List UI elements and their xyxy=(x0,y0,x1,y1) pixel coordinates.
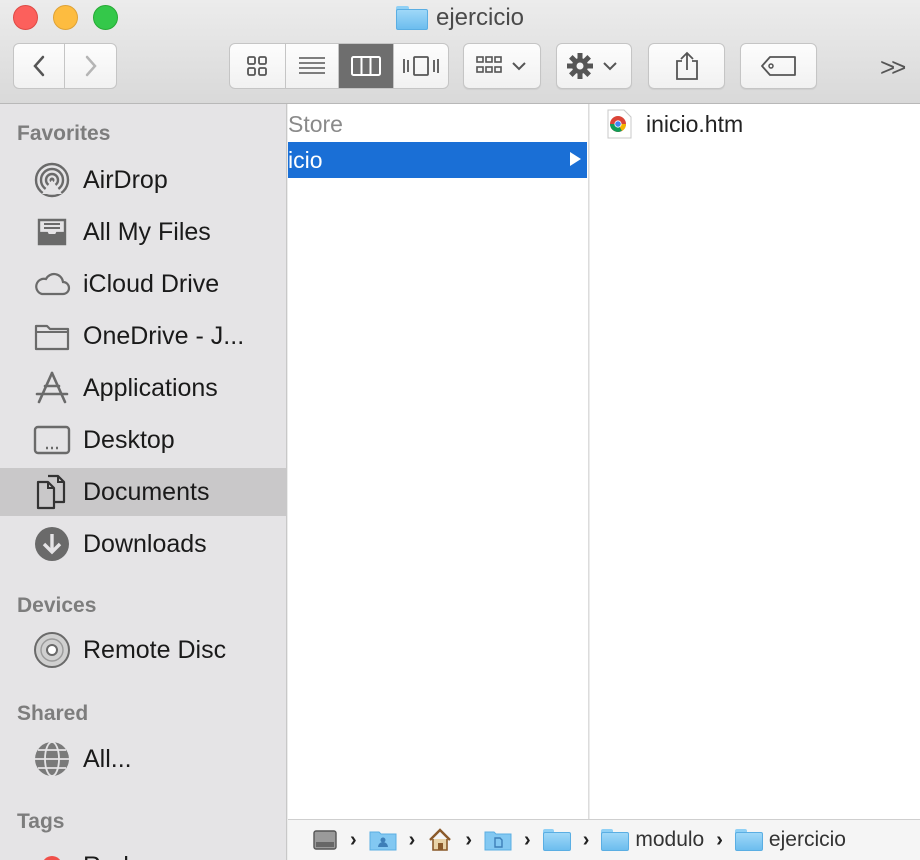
toolbar: ejercicio >> xyxy=(0,0,920,104)
sidebar: Favorites AirDrop All My Files iCloud Dr… xyxy=(0,104,287,860)
gear-icon xyxy=(567,53,617,79)
chrome-file-icon xyxy=(606,109,632,139)
path-item-label: ejercicio xyxy=(768,828,846,851)
sidebar-item-downloads[interactable]: Downloads xyxy=(0,520,286,568)
window-title-text: ejercicio xyxy=(435,4,525,31)
sidebar-item-label: All... xyxy=(83,744,132,773)
columns-icon xyxy=(350,56,381,76)
list-view-button[interactable] xyxy=(286,44,340,88)
sidebar-item-applications[interactable]: Applications xyxy=(0,364,286,412)
sidebar-item-label: Applications xyxy=(83,373,218,402)
all-my-files-icon xyxy=(33,213,71,251)
tags-button[interactable] xyxy=(740,43,817,89)
list-item[interactable]: Store xyxy=(288,106,588,142)
sidebar-item-remote-disc[interactable]: Remote Disc xyxy=(0,626,286,674)
chevron-left-icon xyxy=(33,55,45,77)
sidebar-item-all-my-files[interactable]: All My Files xyxy=(0,208,286,256)
path-item-label: modulo xyxy=(635,828,705,851)
documents-folder-icon xyxy=(484,831,512,851)
user-folder-icon xyxy=(369,831,397,851)
column-view-button[interactable] xyxy=(339,44,394,88)
list-item-selected[interactable]: icio xyxy=(288,142,587,178)
path-bar: › › › › › modulo › ejercicio xyxy=(288,819,920,860)
icon-view-button[interactable] xyxy=(230,44,286,88)
sidebar-item-label: Red xyxy=(83,852,129,860)
shared-heading: Shared xyxy=(17,702,89,725)
list-item-label: icio xyxy=(288,146,323,173)
path-separator: › xyxy=(408,828,416,851)
tags-heading: Tags xyxy=(17,810,65,833)
list-item-label: inicio.htm xyxy=(646,110,744,137)
disc-icon xyxy=(33,631,71,669)
sidebar-item-tag-red[interactable]: Red xyxy=(0,842,286,860)
sidebar-item-documents[interactable]: Documents xyxy=(0,468,286,516)
list-icon xyxy=(298,57,325,74)
favorites-heading: Favorites xyxy=(17,122,111,145)
path-item-modulo[interactable]: modulo xyxy=(601,828,704,852)
sidebar-item-onedrive[interactable]: OneDrive - J... xyxy=(0,312,286,360)
sidebar-item-shared-all[interactable]: All... xyxy=(0,735,286,783)
share-button[interactable] xyxy=(648,43,725,89)
devices-heading: Devices xyxy=(17,594,97,617)
action-button[interactable] xyxy=(556,43,632,89)
arrange-icon xyxy=(476,56,526,73)
airdrop-icon xyxy=(33,161,71,199)
list-item[interactable]: inicio.htm xyxy=(590,106,920,142)
nav-buttons xyxy=(13,43,117,89)
column-2: inicio.htm xyxy=(590,104,920,819)
toolbar-overflow-button[interactable]: >> xyxy=(880,52,906,83)
path-item-ejercicio[interactable]: ejercicio xyxy=(734,828,846,852)
path-item-disk[interactable] xyxy=(312,827,338,853)
sidebar-item-label: iCloud Drive xyxy=(83,269,220,298)
folder-icon xyxy=(33,317,71,355)
sidebar-item-airdrop[interactable]: AirDrop xyxy=(0,156,286,204)
path-item-home[interactable] xyxy=(427,827,453,853)
forward-button[interactable] xyxy=(65,44,116,88)
tag-icon xyxy=(760,56,796,76)
sidebar-item-label: All My Files xyxy=(83,217,211,246)
sidebar-item-label: Remote Disc xyxy=(83,635,227,664)
cover-flow-icon xyxy=(402,56,439,76)
sidebar-item-label: Documents xyxy=(83,477,210,506)
path-item-users[interactable] xyxy=(369,829,397,851)
sidebar-item-icloud-drive[interactable]: iCloud Drive xyxy=(0,260,286,308)
back-button[interactable] xyxy=(14,44,66,88)
sidebar-item-label: AirDrop xyxy=(83,165,168,194)
view-mode-control xyxy=(229,43,449,89)
chevron-right-icon xyxy=(85,55,97,77)
path-separator: › xyxy=(716,828,723,851)
sidebar-item-desktop[interactable]: Desktop xyxy=(0,416,286,464)
disclosure-arrow-icon xyxy=(570,152,581,166)
documents-icon xyxy=(33,473,71,511)
folder-icon xyxy=(542,829,571,851)
network-icon xyxy=(33,740,71,778)
path-separator: › xyxy=(524,828,531,851)
path-item-documents[interactable] xyxy=(484,829,512,851)
applications-icon xyxy=(33,369,71,407)
home-icon xyxy=(429,828,452,851)
path-separator: › xyxy=(582,828,590,851)
cloud-icon xyxy=(33,265,71,303)
downloads-icon xyxy=(33,525,71,563)
hard-drive-icon xyxy=(313,830,337,850)
arrange-button[interactable] xyxy=(463,43,541,89)
folder-icon xyxy=(395,6,428,30)
sidebar-item-label: Downloads xyxy=(83,529,207,558)
sidebar-item-label: Desktop xyxy=(83,425,175,454)
sidebar-item-label: OneDrive - J... xyxy=(83,321,245,350)
cover-flow-button[interactable] xyxy=(394,44,448,88)
tag-color-dot xyxy=(33,847,71,860)
path-separator: › xyxy=(465,828,473,851)
share-icon xyxy=(675,51,698,80)
icon-grid-icon xyxy=(247,56,268,76)
desktop-icon xyxy=(33,421,71,459)
folder-icon xyxy=(601,829,630,851)
window-title: ejercicio xyxy=(0,2,920,34)
list-item-label: Store xyxy=(288,110,343,137)
folder-icon xyxy=(734,829,763,851)
path-item-folder[interactable] xyxy=(542,829,571,851)
column-1: Store icio xyxy=(288,104,589,819)
path-separator: › xyxy=(350,828,357,851)
